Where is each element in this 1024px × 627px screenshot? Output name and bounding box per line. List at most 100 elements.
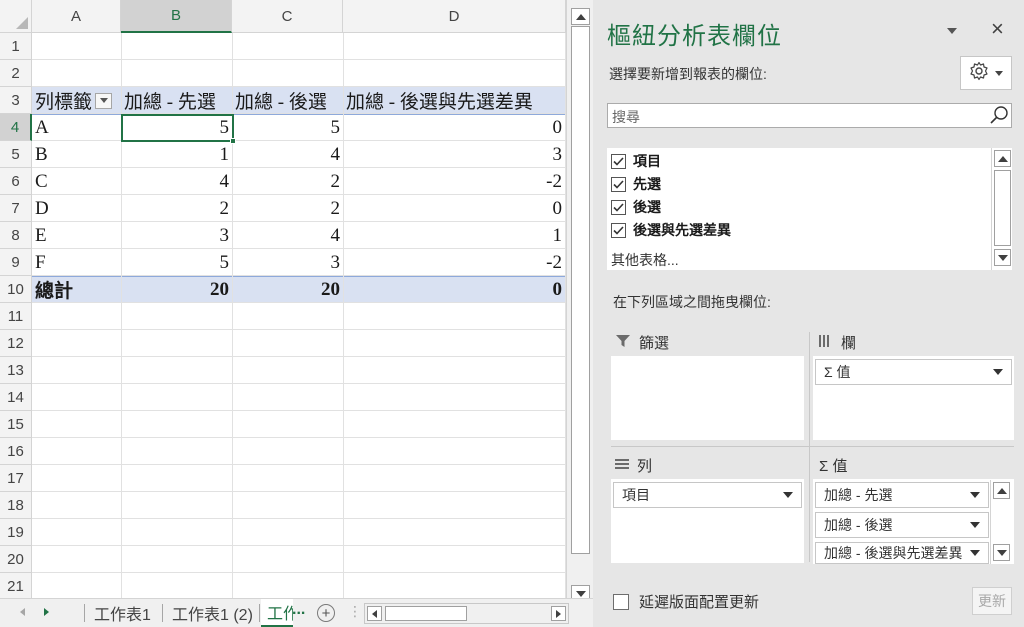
pivot-value-cell[interactable]: 4 — [121, 168, 232, 195]
value-field-pill[interactable]: 加總 - 後選 — [815, 512, 989, 538]
defer-layout-update[interactable]: 延遲版面配置更新 — [613, 591, 759, 612]
row-header[interactable]: 9 — [0, 249, 32, 276]
more-sheets-icon[interactable]: ... — [292, 601, 305, 619]
checkbox-icon[interactable] — [611, 153, 626, 169]
pivot-value-cell[interactable]: 5 — [121, 249, 232, 276]
splitter-handle[interactable]: ⋮ — [348, 603, 362, 620]
pivot-value-cell[interactable]: 4 — [232, 222, 343, 249]
select-all-corner[interactable] — [0, 0, 32, 33]
scroll-down-icon[interactable] — [993, 544, 1010, 561]
defer-checkbox[interactable] — [613, 593, 629, 610]
hscroll-thumb[interactable] — [385, 606, 467, 621]
pivot-value-cell[interactable]: 3 — [232, 249, 343, 276]
pivot-value-cell[interactable]: -2 — [343, 168, 565, 195]
sheet-tab[interactable]: 工作表1 — [86, 599, 159, 627]
value-field-pill[interactable]: 加總 - 先選 — [815, 482, 989, 508]
search-icon[interactable] — [989, 105, 1009, 128]
pivot-value-cell[interactable]: 5 — [232, 114, 343, 141]
add-sheet-icon[interactable]: + — [317, 604, 335, 622]
pivot-total-cell[interactable]: 20 — [232, 276, 343, 303]
pivot-row-label[interactable]: E — [32, 222, 121, 249]
row-header[interactable]: 18 — [0, 492, 32, 519]
checkbox-icon[interactable] — [611, 222, 626, 238]
row-header[interactable]: 16 — [0, 438, 32, 465]
pivot-row-label[interactable]: F — [32, 249, 121, 276]
field-item[interactable]: 後選與先選差異 — [611, 220, 731, 240]
pivot-value-cell[interactable]: 0 — [343, 114, 565, 141]
horizontal-scrollbar[interactable] — [364, 603, 569, 624]
scroll-up-icon[interactable] — [571, 8, 590, 25]
row-header[interactable]: 20 — [0, 546, 32, 573]
pivot-value-cell[interactable]: 1 — [121, 141, 232, 168]
pivot-row-labels-header[interactable]: 列標籤 — [32, 87, 121, 114]
values-scrollbar[interactable] — [990, 480, 1012, 564]
row-header[interactable]: 10 — [0, 276, 32, 303]
row-header[interactable]: 7 — [0, 195, 32, 222]
pivot-row-label[interactable]: B — [32, 141, 121, 168]
dropdown-arrow-icon[interactable] — [970, 492, 980, 498]
scroll-right-icon[interactable] — [551, 606, 566, 621]
scroll-down-icon[interactable] — [994, 249, 1011, 266]
row-header[interactable]: 14 — [0, 384, 32, 411]
field-item[interactable]: 先選 — [611, 174, 661, 194]
field-search-input[interactable]: 搜尋 — [607, 103, 1012, 128]
row-header[interactable]: 1 — [0, 33, 32, 60]
row-header[interactable]: 15 — [0, 411, 32, 438]
row-header[interactable]: 6 — [0, 168, 32, 195]
row-header[interactable]: 11 — [0, 303, 32, 330]
pivot-header-cell[interactable]: 加總 - 後選 — [232, 87, 343, 114]
scroll-up-icon[interactable] — [993, 482, 1010, 499]
dropdown-arrow-icon[interactable] — [993, 369, 1003, 375]
pivot-value-cell[interactable]: 3 — [343, 141, 565, 168]
dropdown-arrow-icon[interactable] — [783, 492, 793, 498]
more-tables-link[interactable]: 其他表格... — [611, 250, 679, 270]
pivot-header-cell[interactable]: 加總 - 後選與先選差異 — [343, 87, 565, 114]
update-button[interactable]: 更新 — [972, 587, 1012, 615]
pivot-total-label[interactable]: 總計 — [32, 276, 121, 303]
dropdown-arrow-icon[interactable] — [970, 550, 980, 556]
pivot-total-cell[interactable]: 20 — [121, 276, 232, 303]
dropdown-arrow-icon[interactable] — [970, 522, 980, 528]
spreadsheet-grid[interactable]: A B C D 1 2 3 4 5 6 7 8 9 10 11 12 13 14 15 16 17 18 19 20 2… — [0, 0, 566, 600]
field-list[interactable]: 項目先選後選後選與先選差異 其他表格... — [607, 148, 1012, 270]
scroll-up-icon[interactable] — [994, 150, 1011, 167]
row-header[interactable]: 4 — [0, 114, 32, 141]
row-header[interactable]: 17 — [0, 465, 32, 492]
row-header[interactable]: 2 — [0, 60, 32, 87]
column-header-d[interactable]: D — [343, 0, 566, 33]
filters-drop-area[interactable] — [611, 356, 804, 440]
sheet-tab[interactable]: 工作表1 (2) — [164, 599, 261, 627]
scroll-left-icon[interactable] — [367, 606, 382, 621]
scroll-thumb[interactable] — [571, 26, 590, 554]
row-header[interactable]: 12 — [0, 330, 32, 357]
column-header-c[interactable]: C — [232, 0, 343, 33]
pivot-row-label[interactable]: A — [32, 114, 121, 141]
checkbox-icon[interactable] — [611, 176, 626, 192]
row-header[interactable]: 8 — [0, 222, 32, 249]
field-list-scrollbar[interactable] — [991, 148, 1012, 270]
column-field-pill[interactable]: Σ 值 — [815, 359, 1012, 385]
pivot-total-cell[interactable]: 0 — [343, 276, 565, 303]
pivot-value-cell[interactable]: 2 — [232, 168, 343, 195]
row-header[interactable]: 5 — [0, 141, 32, 168]
row-header[interactable]: 3 — [0, 87, 32, 114]
column-header-a[interactable]: A — [32, 0, 121, 33]
column-header-b[interactable]: B — [121, 0, 232, 33]
field-item[interactable]: 後選 — [611, 197, 661, 217]
value-field-pill[interactable]: 加總 - 後選與先選差異 — [815, 542, 989, 564]
pane-menu-icon[interactable] — [947, 28, 957, 34]
close-icon[interactable]: × — [991, 18, 1004, 40]
pivot-value-cell[interactable]: 4 — [232, 141, 343, 168]
pivot-header-cell[interactable]: 加總 - 先選 — [121, 87, 232, 114]
pivot-row-label[interactable]: C — [32, 168, 121, 195]
tools-button[interactable] — [960, 56, 1012, 90]
next-sheet-icon[interactable] — [44, 608, 49, 616]
pivot-value-cell[interactable]: 1 — [343, 222, 565, 249]
sheet-tab-active[interactable]: 工作表 — [261, 599, 293, 627]
field-item[interactable]: 項目 — [611, 151, 661, 171]
row-field-pill[interactable]: 項目 — [613, 482, 802, 508]
vertical-scrollbar[interactable] — [566, 0, 593, 604]
row-header[interactable]: 21 — [0, 573, 32, 600]
filter-dropdown-icon[interactable] — [95, 92, 113, 109]
pivot-value-cell[interactable]: 3 — [121, 222, 232, 249]
